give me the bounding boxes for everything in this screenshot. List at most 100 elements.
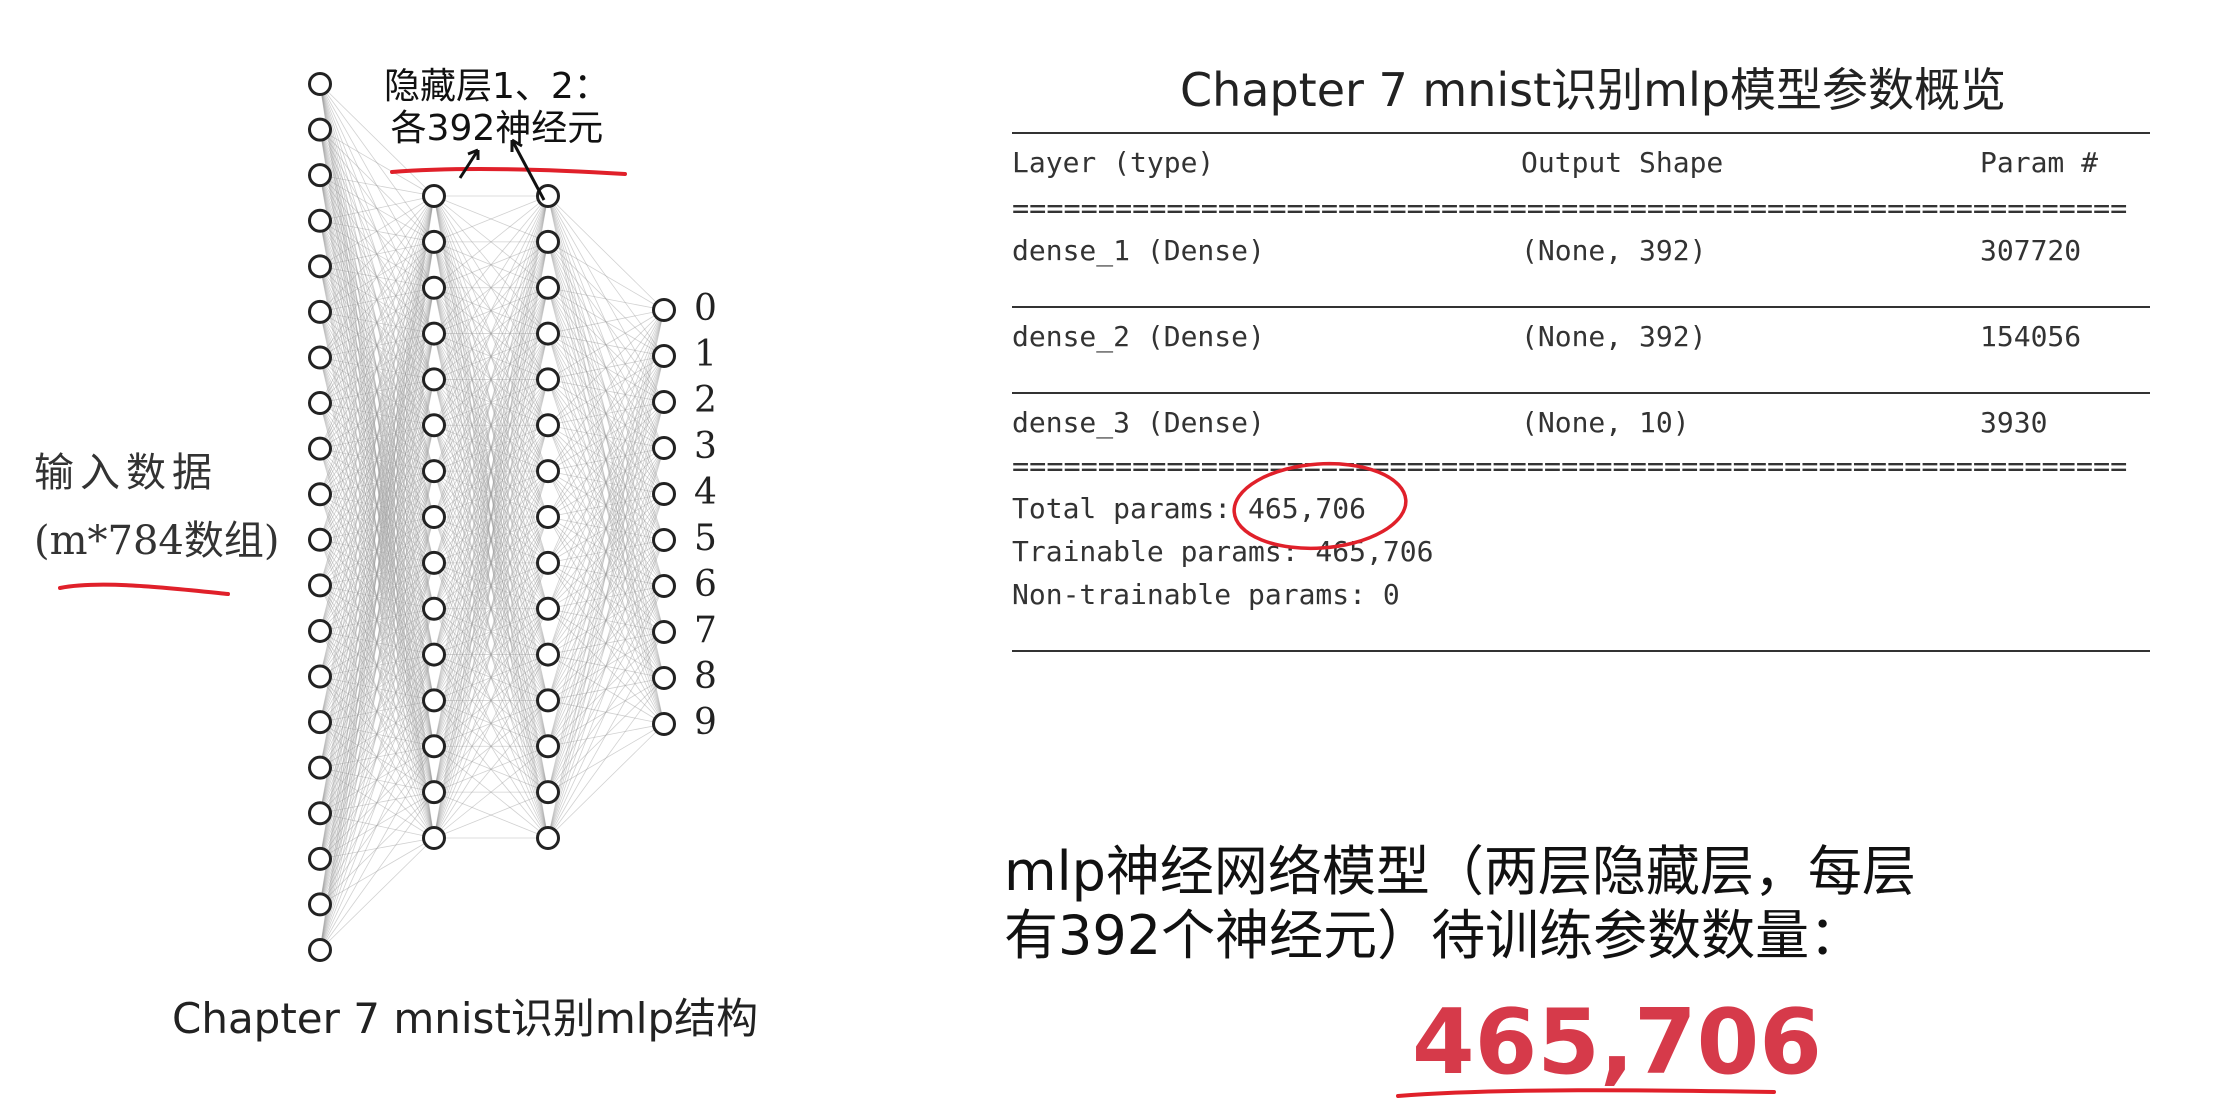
input-node: [308, 527, 332, 552]
conclusion-text: mlp神经网络模型（两层隐藏层，每层 有392个神经元）待训练参数数量：: [1004, 840, 1916, 968]
input-node: [308, 436, 332, 461]
hidden-layers-label-line2: 各392神经元: [390, 108, 604, 149]
hidden1-node: [422, 321, 446, 346]
input-node: [308, 391, 332, 416]
hidden1-node: [422, 780, 446, 805]
header-separator: ========================================…: [1012, 192, 2128, 225]
non-trainable-params: Non-trainable params: 0: [1012, 578, 1400, 611]
output-label-1: 1: [694, 334, 717, 375]
output-label-8: 8: [694, 656, 717, 697]
header-layer-type: Layer (type): [1012, 146, 1215, 179]
input-node: [308, 299, 332, 324]
hidden1-node: [422, 688, 446, 713]
conclusion-line1: mlp神经网络模型（两层隐藏层，每层: [1004, 840, 1916, 903]
output-label-6: 6: [694, 564, 717, 605]
hidden2-node: [536, 734, 560, 759]
hidden1-node: [422, 550, 446, 575]
row-dense2-shape: (None, 392): [1521, 320, 1707, 353]
output-node: [652, 620, 676, 644]
output-node: [652, 666, 676, 690]
input-node: [308, 755, 332, 780]
conclusion-line2: 有392个神经元）待训练参数数量：: [1004, 904, 1864, 967]
footer-separator: ========================================…: [1012, 450, 2128, 483]
output-label-2: 2: [694, 380, 717, 421]
hidden2-node: [536, 596, 560, 621]
input-node: [308, 72, 332, 96]
connection-edges: [319, 83, 665, 951]
total-params: Total params: 465,706: [1012, 492, 1367, 525]
output-label-3: 3: [694, 426, 717, 467]
hidden2-node: [536, 184, 560, 208]
summary-table-title: Chapter 7 mnist识别mlp模型参数概览: [1180, 63, 2006, 117]
output-node: [652, 390, 676, 414]
input-node: [308, 618, 332, 643]
hidden2-node: [536, 367, 560, 392]
hidden2-node: [536, 505, 560, 529]
header-param-count: Param #: [1980, 146, 2099, 179]
row-dense3-params: 3930: [1980, 406, 2048, 439]
diagram-caption: Chapter 7 mnist识别mlp结构: [172, 994, 759, 1043]
input-node: [308, 117, 332, 142]
total-params-highlight: 465,706: [1412, 990, 1822, 1095]
row-dense1-layer: dense_1 (Dense): [1012, 234, 1265, 267]
output-node: [652, 436, 676, 460]
hidden1-node: [422, 826, 446, 850]
input-node: [308, 938, 332, 962]
input-data-label: 输入数据 (m*784数组): [34, 440, 280, 566]
hidden1-node: [422, 596, 446, 621]
input-node: [308, 208, 332, 233]
hidden2-node: [536, 229, 560, 254]
output-node: [652, 574, 676, 598]
input-node: [308, 254, 332, 279]
input-node: [308, 846, 332, 871]
table-top-rule: [1012, 132, 2150, 134]
input-node: [308, 892, 332, 917]
output-node: [652, 344, 676, 368]
input-node: [308, 163, 332, 188]
hidden2-node: [536, 780, 560, 805]
row-divider-1: [1012, 306, 2150, 308]
row-dense2-params: 154056: [1980, 320, 2082, 353]
input-node: [308, 664, 332, 689]
output-label-4: 4: [694, 472, 717, 513]
hidden2-node: [536, 642, 560, 667]
edge: [547, 309, 665, 793]
hidden1-node: [422, 413, 446, 438]
row-dense1-params: 307720: [1980, 234, 2082, 267]
input-node: [308, 482, 332, 507]
row-divider-2: [1012, 392, 2150, 394]
row-dense1-shape: (None, 392): [1521, 234, 1707, 267]
output-node: [652, 712, 676, 736]
hidden1-node: [422, 275, 446, 300]
hidden2-node: [536, 321, 560, 346]
hidden1-node: [422, 184, 446, 208]
hidden2-node: [536, 459, 560, 484]
output-node: [652, 482, 676, 506]
input-node: [308, 573, 332, 598]
input-data-label-line2: (m*784数组): [34, 518, 280, 564]
row-dense2-layer: dense_2 (Dense): [1012, 320, 1265, 353]
hidden-layers-label-line1: 隐藏层1、2：: [384, 66, 610, 107]
hidden1-node: [422, 642, 446, 667]
output-label-0: 0: [694, 288, 717, 329]
output-node: [652, 298, 676, 322]
hidden-layers-label: 隐藏层1、2： 各392神经元: [384, 66, 610, 150]
output-label-9: 9: [694, 702, 717, 743]
input-node: [308, 345, 332, 370]
input-node: [308, 801, 332, 826]
hidden2-node: [536, 550, 560, 575]
hidden2-node: [536, 413, 560, 438]
row-dense3-layer: dense_3 (Dense): [1012, 406, 1265, 439]
input-node: [308, 710, 332, 735]
hidden2-node: [536, 826, 560, 850]
input-data-label-line1: 输入数据: [34, 450, 218, 496]
trainable-params: Trainable params: 465,706: [1012, 535, 1434, 568]
table-bottom-rule: [1012, 650, 2150, 652]
hidden1-node: [422, 505, 446, 529]
hidden1-node: [422, 459, 446, 484]
header-output-shape: Output Shape: [1521, 146, 1724, 179]
hidden1-node: [422, 229, 446, 254]
output-label-5: 5: [694, 518, 717, 559]
hidden1-node: [422, 367, 446, 392]
output-node: [652, 528, 676, 552]
